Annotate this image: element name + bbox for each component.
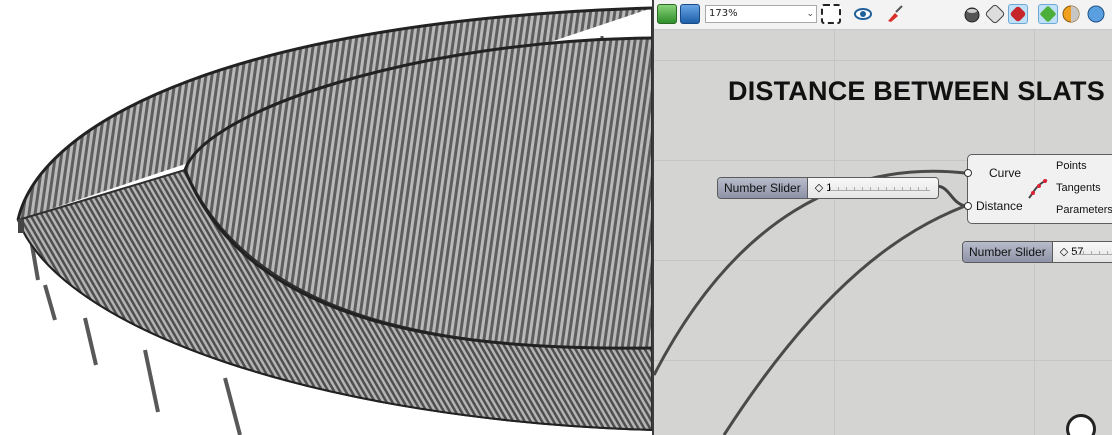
chevron-down-icon: ⌄ (806, 9, 814, 19)
slider-track[interactable]: ◇ 57 (1052, 242, 1112, 262)
slider-label: Number Slider (963, 242, 1053, 262)
input-curve-label: Curve (989, 166, 1022, 180)
open-file-icon[interactable] (657, 4, 677, 24)
circular-deck-render (16, 6, 652, 435)
paint-brush-icon[interactable] (885, 4, 905, 24)
zoom-value: 173% (709, 8, 738, 19)
slider-ticks (829, 187, 930, 191)
zoom-dropdown[interactable]: 173% ⌄ (705, 5, 817, 23)
input-distance-label: Distance (976, 199, 1023, 213)
rhino-viewport[interactable] (0, 0, 652, 435)
number-slider-secondary[interactable]: Number Slider ◇ 57 (962, 241, 1112, 263)
output-parameters-label: Parameters (1056, 204, 1112, 216)
output-tangents-label: Tangents (1056, 182, 1101, 194)
preview-render-icon[interactable] (1008, 4, 1028, 24)
curve-input-grip[interactable] (964, 169, 972, 177)
number-slider-distance[interactable]: Number Slider ◇ 1 (717, 177, 939, 199)
slider-track[interactable]: ◇ 1 (807, 178, 938, 198)
preview-wire-icon[interactable] (985, 4, 1005, 24)
wires (654, 169, 966, 435)
preview-eye-icon[interactable] (853, 4, 873, 24)
sphere-material-icon[interactable] (1061, 4, 1081, 24)
slider-ticks (1074, 251, 1112, 255)
grasshopper-editor: 173% ⌄ DISTANCE BETWEEN SLATS Number Sli… (652, 0, 1112, 435)
preview-shaded-icon[interactable] (962, 4, 982, 24)
slider-label: Number Slider (718, 178, 808, 198)
distance-input-grip[interactable] (964, 202, 972, 210)
divide-distance-component[interactable]: Curve Distance Points Tangents Parameter… (964, 154, 1112, 224)
output-points-label: Points (1056, 160, 1087, 172)
globe-icon[interactable] (1086, 4, 1106, 24)
zoom-extents-icon[interactable] (821, 4, 841, 24)
grasshopper-toolbar: 173% ⌄ (654, 0, 1112, 30)
preview-selected-icon[interactable] (1038, 4, 1058, 24)
divide-distance-icon (1026, 177, 1050, 205)
save-file-icon[interactable] (680, 4, 700, 24)
